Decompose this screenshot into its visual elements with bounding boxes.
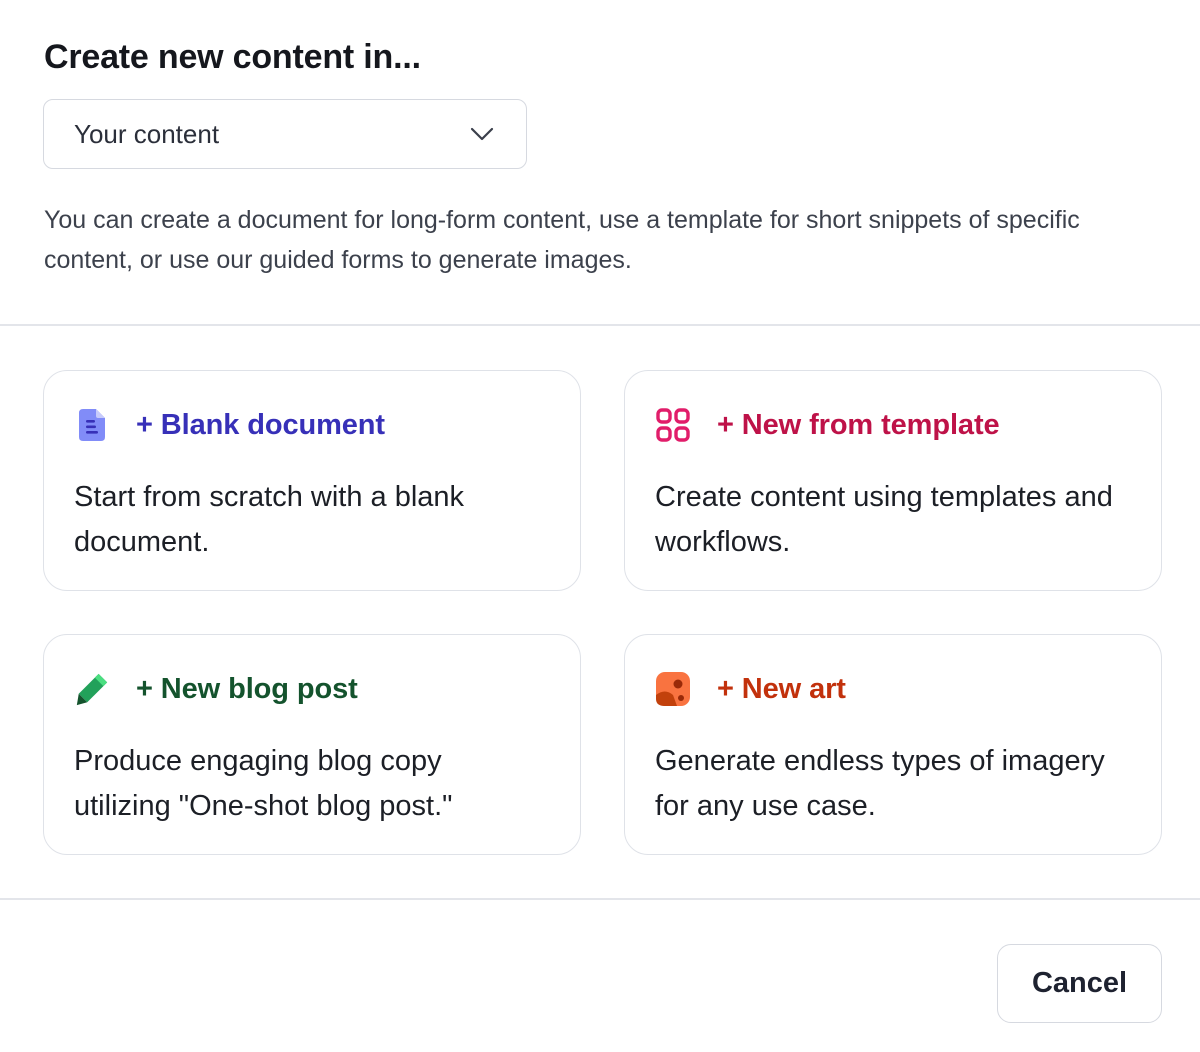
- cancel-button[interactable]: Cancel: [997, 944, 1162, 1023]
- location-select[interactable]: Your content: [43, 99, 527, 169]
- location-select-value: Your content: [74, 118, 220, 149]
- blank-document-title: + Blank document: [136, 408, 385, 441]
- blank-document-description: Start from scratch with a blank document…: [74, 481, 465, 558]
- new-blog-post-card[interactable]: + New blog post Produce engaging blog co…: [43, 634, 581, 855]
- new-art-title: + New art: [717, 672, 846, 705]
- divider: [0, 898, 1200, 900]
- dialog-description: You can create a document for long-form …: [44, 206, 1080, 274]
- blank-document-card[interactable]: + Blank document Start from scratch with…: [43, 370, 581, 591]
- divider: [0, 324, 1200, 326]
- pencil-icon: [74, 671, 110, 707]
- template-grid-icon: [655, 407, 691, 443]
- new-art-description: Generate endless types of imagery for an…: [655, 745, 1105, 822]
- create-content-dialog: Create new content in... Your content Yo…: [0, 0, 1200, 1052]
- new-from-template-description: Create content using templates and workf…: [655, 481, 1113, 558]
- new-from-template-card[interactable]: + New from template Create content using…: [624, 370, 1162, 591]
- new-blog-post-title: + New blog post: [136, 672, 358, 705]
- new-art-card[interactable]: + New art Generate endless types of imag…: [624, 634, 1162, 855]
- document-icon: [74, 407, 110, 443]
- image-art-icon: [655, 671, 691, 707]
- chevron-down-icon: [468, 120, 496, 148]
- dialog-title: Create new content in...: [44, 38, 421, 76]
- new-from-template-title: + New from template: [717, 408, 1000, 441]
- new-blog-post-description: Produce engaging blog copy utilizing "On…: [74, 745, 453, 822]
